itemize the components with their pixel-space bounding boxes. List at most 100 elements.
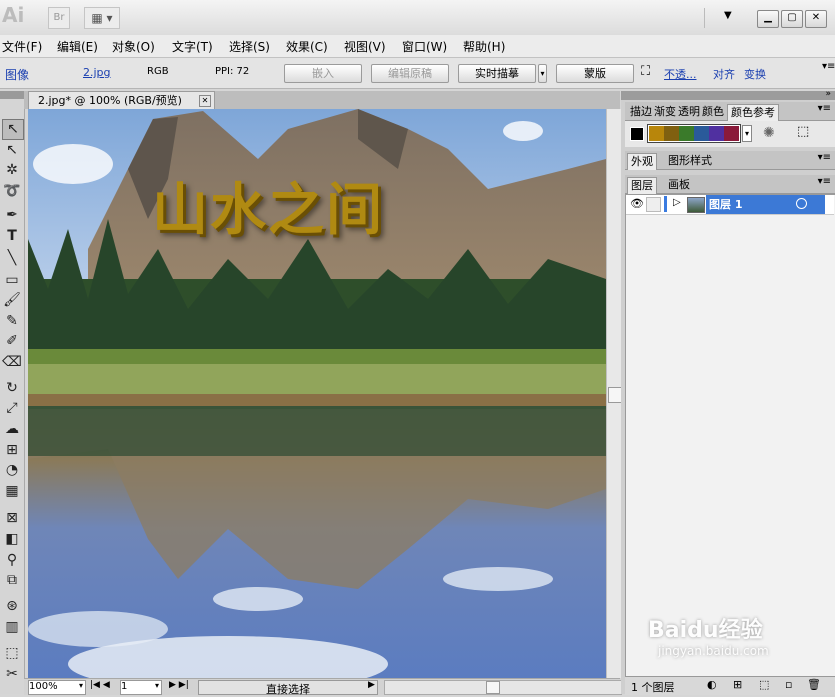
eyedropper-tool-icon[interactable]: ⚲	[2, 551, 22, 570]
harmony-rules-strip[interactable]	[647, 124, 741, 143]
minimize-button[interactable]: ▁	[757, 10, 779, 28]
harmony-swatch-6[interactable]	[724, 126, 739, 141]
new-layer-page-icon[interactable]: ▫	[785, 678, 792, 691]
edit-original-button[interactable]: 编辑原稿	[371, 64, 449, 83]
delete-layer-icon[interactable]: 🗑	[807, 678, 821, 691]
maximize-button[interactable]: ▢	[781, 10, 803, 28]
harmony-swatch-4[interactable]	[694, 126, 709, 141]
artboard-number-select[interactable]: 1 ▾	[120, 680, 162, 695]
document-tab[interactable]: 2.jpg* @ 100% (RGB/预览) ✕	[28, 91, 215, 110]
menu-select[interactable]: 选择(S)	[229, 38, 270, 55]
harmony-swatch-5[interactable]	[709, 126, 724, 141]
menu-help[interactable]: 帮助(H)	[463, 38, 505, 55]
menu-window[interactable]: 窗口(W)	[402, 38, 447, 55]
direct-selection-tool-icon[interactable]: ↖	[2, 141, 22, 160]
base-color-swatch[interactable]	[630, 127, 644, 141]
new-color-group-icon[interactable]: ⬚	[797, 124, 809, 139]
mask-button[interactable]: 蒙版	[556, 64, 634, 83]
layer-target-icon[interactable]	[796, 198, 807, 209]
slice-tool-icon[interactable]: ✂	[2, 665, 22, 684]
appearance-panel-menu-icon[interactable]: ▾≡	[818, 152, 831, 163]
pencil-tool-icon[interactable]: ✎	[2, 312, 22, 331]
close-tab-icon[interactable]: ✕	[199, 95, 211, 107]
control-menu-icon[interactable]: ▾≡	[822, 61, 835, 72]
menu-type[interactable]: 文字(T)	[172, 38, 213, 55]
expand-layer-icon[interactable]: ▷	[673, 197, 681, 208]
line-tool-icon[interactable]: ╲	[2, 249, 22, 268]
tab-color[interactable]: 颜色	[699, 104, 727, 120]
mesh-tool-icon[interactable]: ⊠	[2, 509, 22, 528]
harmony-dropdown[interactable]: ▾	[742, 125, 752, 142]
warp-tool-icon[interactable]: ☁	[2, 420, 22, 439]
scale-tool-icon[interactable]: ⤢	[2, 399, 22, 418]
magic-wand-tool-icon[interactable]: ✲	[2, 161, 22, 180]
color-panel-menu-icon[interactable]: ▾≡	[818, 103, 831, 114]
layer-name[interactable]: 图层 1	[706, 195, 825, 214]
paintbrush-tool-icon[interactable]: 🖌	[2, 291, 22, 310]
bridge-button[interactable]: Br	[48, 7, 70, 29]
artwork-title-text[interactable]: 山水之间	[152, 165, 384, 246]
new-layer-icon[interactable]: ⬚	[759, 678, 769, 691]
horizontal-scrollbar[interactable]	[384, 680, 622, 695]
visibility-eye-icon[interactable]: 👁	[630, 197, 644, 210]
select-similar-icon[interactable]: ⛶	[641, 64, 650, 79]
menu-object[interactable]: 对象(O)	[112, 38, 155, 55]
close-button[interactable]: ✕	[805, 10, 827, 28]
next-artboard-icon[interactable]: ▶ ▶|	[169, 680, 189, 690]
lasso-tool-icon[interactable]: ➰	[2, 182, 22, 201]
embed-button[interactable]: 嵌入	[284, 64, 362, 83]
horizontal-scroll-thumb[interactable]	[486, 681, 500, 694]
selection-tool-icon[interactable]: ↖	[2, 119, 24, 140]
column-graph-tool-icon[interactable]: ▥	[2, 618, 22, 637]
menu-edit[interactable]: 编辑(E)	[57, 38, 98, 55]
pen-tool-icon[interactable]: ✒	[2, 206, 22, 225]
tab-graphic-styles[interactable]: 图形样式	[665, 153, 715, 169]
tab-artboards[interactable]: 画板	[665, 177, 693, 193]
free-transform-tool-icon[interactable]: ⊞	[2, 441, 22, 460]
symbol-sprayer-tool-icon[interactable]: ⊛	[2, 597, 22, 616]
menu-effect[interactable]: 效果(C)	[286, 38, 328, 55]
make-clipping-mask-icon[interactable]: ◐	[707, 678, 717, 691]
tab-color-guide[interactable]: 颜色参考	[727, 104, 779, 121]
tab-layers[interactable]: 图层	[627, 177, 657, 194]
vertical-scrollbar[interactable]	[606, 109, 622, 678]
scroll-thumb[interactable]	[608, 387, 622, 403]
rotate-tool-icon[interactable]: ↻	[2, 379, 22, 398]
menu-view[interactable]: 视图(V)	[344, 38, 386, 55]
gradient-tool-icon[interactable]: ◧	[2, 530, 22, 549]
artboard-canvas[interactable]: 山水之间	[28, 109, 606, 678]
title-bar: Ai Br ▦ ▾ ▼ ▁ ▢ ✕	[0, 0, 835, 36]
layer-row[interactable]: 👁 ▷ 图层 1	[626, 195, 834, 215]
blob-brush-tool-icon[interactable]: ✐	[2, 332, 22, 351]
type-tool-icon[interactable]: T	[2, 227, 22, 246]
new-sublayer-icon[interactable]: ⊞	[733, 678, 742, 691]
shape-builder-tool-icon[interactable]: ◔	[2, 461, 22, 480]
blend-tool-icon[interactable]: ⧉	[2, 571, 22, 590]
trace-options-dropdown[interactable]: ▾	[538, 64, 547, 83]
artboard-tool-icon[interactable]: ⬚	[2, 644, 22, 663]
zoom-select[interactable]: 100% ▾	[28, 680, 86, 695]
opacity-link[interactable]: 不透...	[664, 66, 697, 82]
eraser-tool-icon[interactable]: ⌫	[2, 353, 22, 372]
transform-link[interactable]: 变换	[744, 66, 766, 82]
harmony-swatch-2[interactable]	[664, 126, 679, 141]
workspace-dropdown[interactable]: ▼	[724, 10, 732, 21]
layer-thumbnail	[687, 197, 705, 213]
arrange-documents-button[interactable]: ▦ ▾	[84, 7, 120, 29]
collapse-panels-icon[interactable]: »	[825, 89, 831, 99]
object-type-label[interactable]: 图像	[5, 66, 29, 83]
linked-file-link[interactable]: 2.jpg	[83, 66, 111, 79]
rectangle-tool-icon[interactable]: ▭	[2, 271, 22, 290]
align-link[interactable]: 对齐	[713, 66, 735, 82]
first-artboard-icon[interactable]: |◀ ◀	[90, 680, 110, 690]
status-menu-arrow[interactable]: ▶	[368, 680, 375, 690]
live-trace-button[interactable]: 实时描摹	[458, 64, 536, 83]
menu-file[interactable]: 文件(F)	[2, 38, 42, 55]
perspective-grid-tool-icon[interactable]: ▦	[2, 482, 22, 501]
harmony-swatch-1[interactable]	[649, 126, 664, 141]
layers-panel-menu-icon[interactable]: ▾≡	[818, 176, 831, 187]
lock-toggle[interactable]	[646, 197, 661, 212]
harmony-swatch-3[interactable]	[679, 126, 694, 141]
tab-appearance[interactable]: 外观	[627, 153, 657, 170]
color-wheel-icon[interactable]: ✺	[763, 125, 775, 141]
